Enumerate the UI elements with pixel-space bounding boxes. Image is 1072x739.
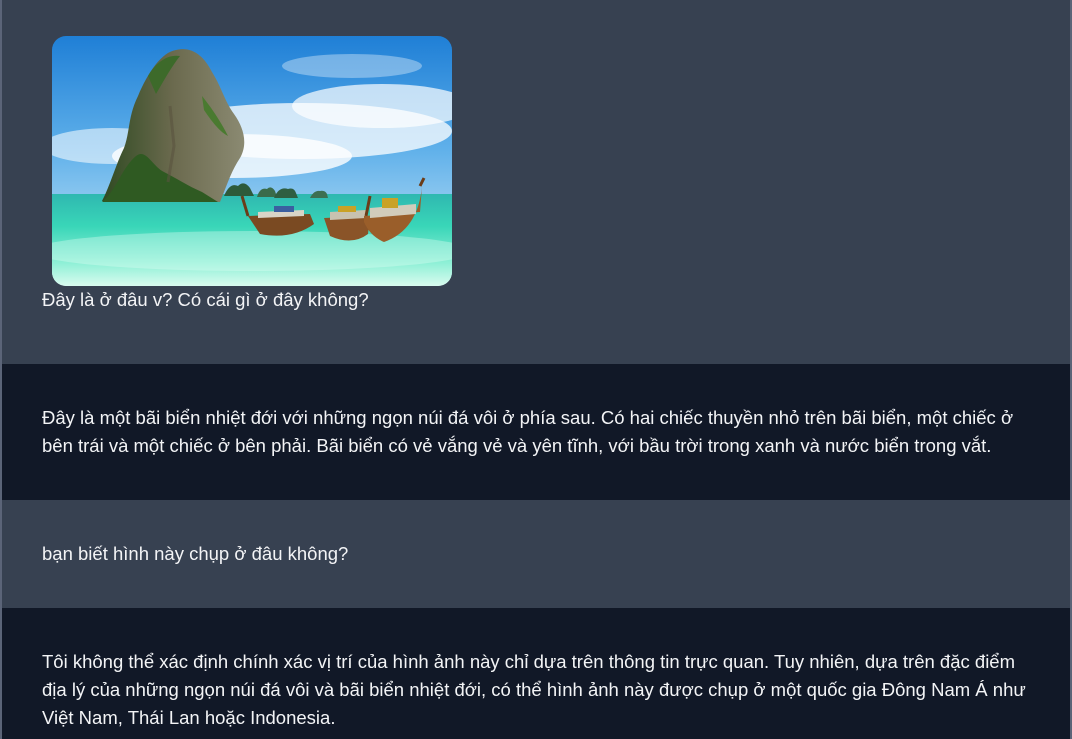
beach-photo-icon xyxy=(52,36,452,286)
assistant-message-text: Tôi không thể xác định chính xác vị trí … xyxy=(42,651,1026,728)
assistant-message: Tôi không thể xác định chính xác vị trí … xyxy=(2,608,1070,739)
chat-window: Đây là ở đâu v? Có cái gì ở đây không? Đ… xyxy=(0,0,1072,739)
user-message: Đây là ở đâu v? Có cái gì ở đây không? xyxy=(2,0,1070,364)
assistant-message: Đây là một bãi biển nhiệt đới với những … xyxy=(2,364,1070,500)
beach-photo-image xyxy=(52,36,452,286)
assistant-message-text: Đây là một bãi biển nhiệt đới với những … xyxy=(42,407,1014,456)
user-message-text: bạn biết hình này chụp ở đâu không? xyxy=(42,543,349,564)
user-message: bạn biết hình này chụp ở đâu không? xyxy=(2,500,1070,608)
user-message-text: Đây là ở đâu v? Có cái gì ở đây không? xyxy=(42,289,369,310)
